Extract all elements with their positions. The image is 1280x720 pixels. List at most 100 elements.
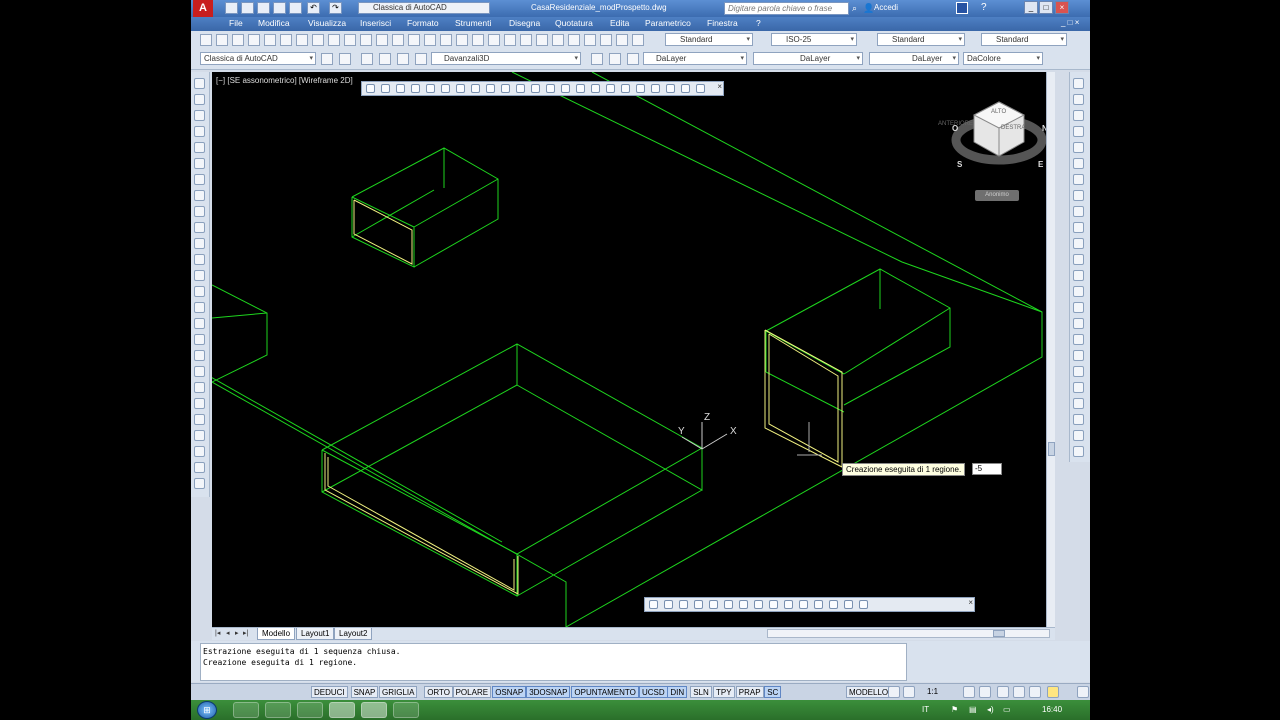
toolbar-tool-3-icon[interactable]	[232, 34, 244, 46]
clean-screen-icon[interactable]	[1077, 686, 1089, 698]
modeling-tool-13-icon[interactable]	[546, 84, 555, 93]
toolbar-close-icon-2[interactable]: ×	[968, 598, 973, 607]
draw-tool-25-icon[interactable]	[194, 462, 205, 473]
drawing-window-controls[interactable]: _ □ ×	[1061, 18, 1079, 27]
workspace-selector[interactable]: Classica di AutoCAD	[358, 2, 490, 14]
draw-tool-20-icon[interactable]	[194, 382, 205, 393]
menu-help[interactable]: ?	[756, 18, 761, 28]
visual-style-tool-8-icon[interactable]	[754, 600, 763, 609]
modify-tool-5-icon[interactable]	[1073, 142, 1084, 153]
toolbar-close-icon[interactable]: ×	[717, 82, 722, 91]
modeling-tool-1-icon[interactable]	[366, 84, 375, 93]
taskbar-browser-icon[interactable]	[297, 702, 323, 718]
lock-icon[interactable]	[1013, 686, 1025, 698]
toolbar-tool-23-icon[interactable]	[552, 34, 564, 46]
layer-tool-5-icon[interactable]	[397, 53, 409, 65]
vertical-scroll-thumb[interactable]	[1048, 442, 1055, 456]
visual-style-tool-11-icon[interactable]	[799, 600, 808, 609]
status-toggle-prap[interactable]: PRAP	[735, 686, 764, 698]
layer-tool-7-icon[interactable]	[591, 53, 603, 65]
save-as-icon[interactable]	[273, 2, 286, 14]
visual-style-tool-3-icon[interactable]	[679, 600, 688, 609]
horizontal-scroll-thumb[interactable]	[993, 630, 1005, 637]
modeling-tool-2-icon[interactable]	[381, 84, 390, 93]
compass-o[interactable]: O	[952, 124, 958, 133]
toolbar-tool-17-icon[interactable]	[456, 34, 468, 46]
model-space-button[interactable]: MODELLO	[846, 686, 892, 698]
status-toggle-snap[interactable]: SNAP	[350, 686, 379, 698]
login-link[interactable]: Accedi	[874, 3, 898, 12]
status-toggle-ucsd[interactable]: UCSD	[639, 686, 668, 698]
draw-tool-26-icon[interactable]	[194, 478, 205, 489]
layer-tool-6-icon[interactable]	[415, 53, 427, 65]
menu-parametrico[interactable]: Parametrico	[645, 18, 691, 28]
compass-e[interactable]: E	[1038, 160, 1043, 169]
draw-tool-13-icon[interactable]	[194, 270, 205, 281]
draw-tool-9-icon[interactable]	[194, 206, 205, 217]
status-toggle-opuntamento[interactable]: OPUNTAMENTO	[571, 686, 639, 698]
linetype-combo[interactable]: DaLayer	[753, 52, 863, 65]
modify-tool-6-icon[interactable]	[1073, 158, 1084, 169]
tray-flag-icon[interactable]: ⚑	[951, 705, 958, 714]
tab-modello[interactable]: Modello	[257, 628, 296, 640]
modify-tool-23-icon[interactable]	[1073, 430, 1084, 441]
visual-style-tool-7-icon[interactable]	[739, 600, 748, 609]
modeling-tool-21-icon[interactable]	[666, 84, 675, 93]
modify-tool-9-icon[interactable]	[1073, 206, 1084, 217]
viewcube-face-right[interactable]: DESTRA	[1001, 125, 1025, 131]
quick-view-drawings-icon[interactable]	[903, 686, 915, 698]
annotation-visibility-icon[interactable]	[963, 686, 975, 698]
workspace-combo[interactable]: Classica di AutoCAD	[200, 52, 316, 65]
ucs-menu-button[interactable]: Anonimo	[975, 190, 1019, 201]
language-indicator[interactable]: IT	[922, 705, 929, 714]
taskbar-media-icon[interactable]	[233, 702, 259, 718]
toolbar-tool-13-icon[interactable]	[392, 34, 404, 46]
status-toggle-sc[interactable]: SC	[764, 686, 782, 698]
modify-tool-19-icon[interactable]	[1073, 366, 1084, 377]
menu-strumenti[interactable]: Strumenti	[455, 18, 491, 28]
toolbar-tool-4-icon[interactable]	[248, 34, 260, 46]
modify-tool-22-icon[interactable]	[1073, 414, 1084, 425]
draw-tool-21-icon[interactable]	[194, 398, 205, 409]
toolbar-tool-9-icon[interactable]	[328, 34, 340, 46]
tray-volume-icon[interactable]: ◂)	[987, 705, 994, 714]
menu-edita[interactable]: Edita	[610, 18, 629, 28]
layer-tool-3-icon[interactable]	[361, 53, 373, 65]
modeling-tool-8-icon[interactable]	[471, 84, 480, 93]
layer-tool-8-icon[interactable]	[609, 53, 621, 65]
modeling-tool-10-icon[interactable]	[501, 84, 510, 93]
modify-tool-4-icon[interactable]	[1073, 126, 1084, 137]
open-icon[interactable]	[241, 2, 254, 14]
draw-tool-22-icon[interactable]	[194, 414, 205, 425]
draw-tool-17-icon[interactable]	[194, 334, 205, 345]
visual-style-tool-13-icon[interactable]	[829, 600, 838, 609]
modify-tool-13-icon[interactable]	[1073, 270, 1084, 281]
draw-tool-16-icon[interactable]	[194, 318, 205, 329]
viewport-controls[interactable]: [−] [SE assonometrico] [Wireframe 2D]	[216, 76, 353, 85]
modeling-tool-17-icon[interactable]	[606, 84, 615, 93]
isolate-objects-icon[interactable]	[1047, 686, 1059, 698]
drawing-canvas[interactable]: ANTERIORE DESTRA ALTO S E O N Anonimo X …	[212, 72, 1055, 627]
status-toggle-griglia[interactable]: GRIGLIA	[379, 686, 418, 698]
modify-tool-16-icon[interactable]	[1073, 318, 1084, 329]
dim-style-combo[interactable]: ISO-25	[771, 33, 857, 46]
color-combo[interactable]: DaLayer	[643, 52, 747, 65]
taskbar-explorer-icon[interactable]	[361, 702, 387, 718]
search-input[interactable]: Digitare parola chiave o frase	[724, 2, 849, 15]
draw-tool-3-icon[interactable]	[194, 110, 205, 121]
modify-tool-7-icon[interactable]	[1073, 174, 1084, 185]
modeling-tool-5-icon[interactable]	[426, 84, 435, 93]
tray-network-icon[interactable]: ▤	[969, 705, 977, 714]
toolbar-tool-16-icon[interactable]	[440, 34, 452, 46]
modeling-tool-12-icon[interactable]	[531, 84, 540, 93]
undo-icon[interactable]: ↶	[307, 2, 320, 14]
toolbar-tool-28-icon[interactable]	[632, 34, 644, 46]
annotation-scale[interactable]: 1:1	[927, 687, 938, 696]
viewcube-face-top[interactable]: ALTO	[991, 109, 1006, 115]
save-icon[interactable]	[257, 2, 270, 14]
clock[interactable]: 16:40	[1042, 705, 1062, 714]
toolbar-tool-11-icon[interactable]	[360, 34, 372, 46]
visual-style-tool-12-icon[interactable]	[814, 600, 823, 609]
modeling-tool-11-icon[interactable]	[516, 84, 525, 93]
modeling-tool-3-icon[interactable]	[396, 84, 405, 93]
